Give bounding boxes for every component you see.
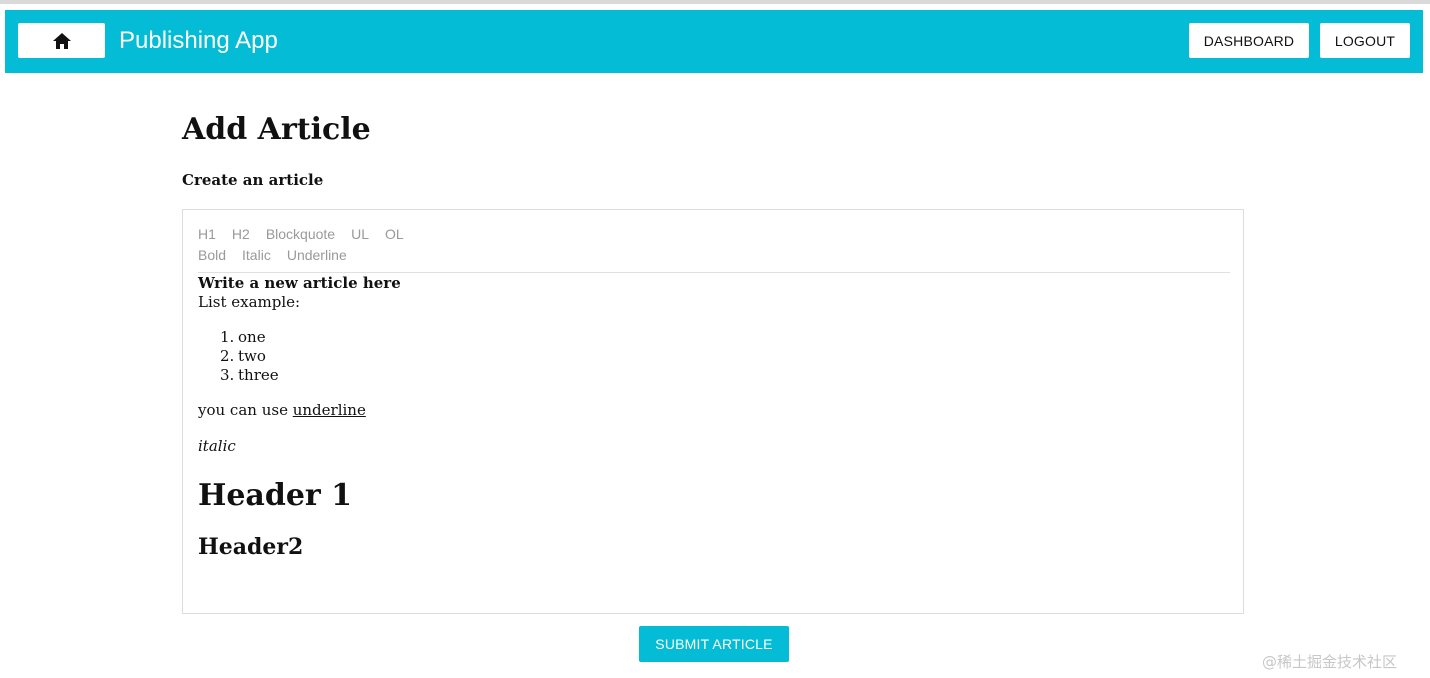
page-subtitle: Create an article	[182, 171, 324, 189]
list-item-text: two	[238, 347, 266, 365]
content-underline-line: you can use underline	[198, 400, 366, 420]
content-list-intro: List example:	[198, 293, 301, 311]
toolbar-block-row: H1 H2 Blockquote UL OL	[198, 224, 420, 244]
submit-article-button[interactable]: SUBMIT ARTICLE	[639, 626, 789, 662]
list-item-number: 2.	[220, 347, 235, 365]
content-header-1: Header 1	[198, 478, 353, 513]
app-title: Publishing App	[119, 27, 278, 54]
toolbar-ul-button[interactable]: UL	[351, 224, 369, 244]
content-header-2: Header2	[198, 534, 304, 560]
list-item-number: 3.	[220, 366, 235, 384]
watermark: @稀土掘金技术社区	[1262, 653, 1398, 671]
dashboard-button[interactable]: DASHBOARD	[1189, 23, 1309, 58]
home-button[interactable]	[18, 23, 105, 58]
toolbar-blockquote-button[interactable]: Blockquote	[266, 224, 335, 244]
browser-top-rule	[0, 0, 1430, 4]
underline-prefix: you can use	[198, 401, 293, 419]
list-item: 2. two	[198, 347, 279, 366]
list-item-number: 1.	[220, 328, 235, 346]
list-item-text: one	[238, 328, 266, 346]
editor-toolbar: H1 H2 Blockquote UL OL Bold Italic Under…	[198, 224, 1230, 273]
toolbar-italic-button[interactable]: Italic	[242, 245, 271, 265]
article-editor[interactable]: H1 H2 Blockquote UL OL Bold Italic Under…	[182, 209, 1244, 614]
toolbar-ol-button[interactable]: OL	[385, 224, 404, 244]
list-item: 3. three	[198, 366, 279, 385]
app-bar: Publishing App DASHBOARD LOGOUT	[5, 10, 1423, 73]
toolbar-bold-button[interactable]: Bold	[198, 245, 226, 265]
content-bold-heading: Write a new article here	[198, 274, 401, 292]
logout-button[interactable]: LOGOUT	[1320, 23, 1410, 58]
toolbar-inline-row: Bold Italic Underline	[198, 245, 363, 265]
list-item: 1. one	[198, 328, 279, 347]
page-title: Add Article	[182, 112, 371, 147]
content-ordered-list: 1. one 2. two 3. three	[198, 328, 279, 385]
toolbar-h1-button[interactable]: H1	[198, 224, 216, 244]
list-item-text: three	[238, 366, 279, 384]
toolbar-underline-button[interactable]: Underline	[287, 245, 347, 265]
underlined-word: underline	[292, 401, 366, 419]
home-icon	[52, 32, 72, 50]
toolbar-h2-button[interactable]: H2	[232, 224, 250, 244]
content-italic-text: italic	[198, 437, 236, 455]
